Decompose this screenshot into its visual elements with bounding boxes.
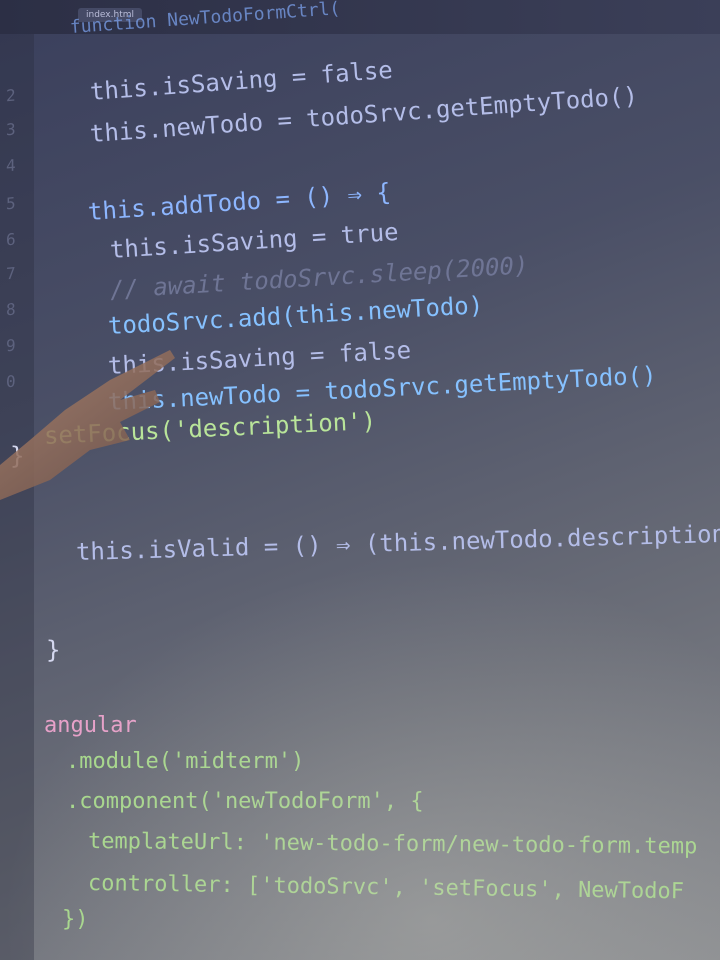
- pointing-hand: [0, 350, 175, 500]
- code-line: templateUrl: 'new-todo-form/new-todo-for…: [87, 829, 698, 860]
- code-line: }): [62, 907, 89, 932]
- code-line: controller: ['todoSrvc', 'setFocus', New…: [87, 871, 685, 905]
- code-line: this.addTodo = () ⇒ {: [87, 177, 392, 226]
- code-line: this.isValid = () ⇒ (this.newTodo.descri…: [75, 519, 720, 566]
- code-line: angular: [44, 713, 137, 738]
- code-line: this.isSaving = false: [88, 55, 394, 106]
- code-line: .component('newTodoForm', {: [66, 789, 424, 814]
- code-line: }: [46, 636, 61, 664]
- code-line: .module('midterm'): [66, 749, 305, 774]
- code-line: this.isSaving = true: [109, 217, 400, 264]
- projected-code-screen: index.html function NewTodoFormCtrl( 2 3…: [0, 0, 720, 960]
